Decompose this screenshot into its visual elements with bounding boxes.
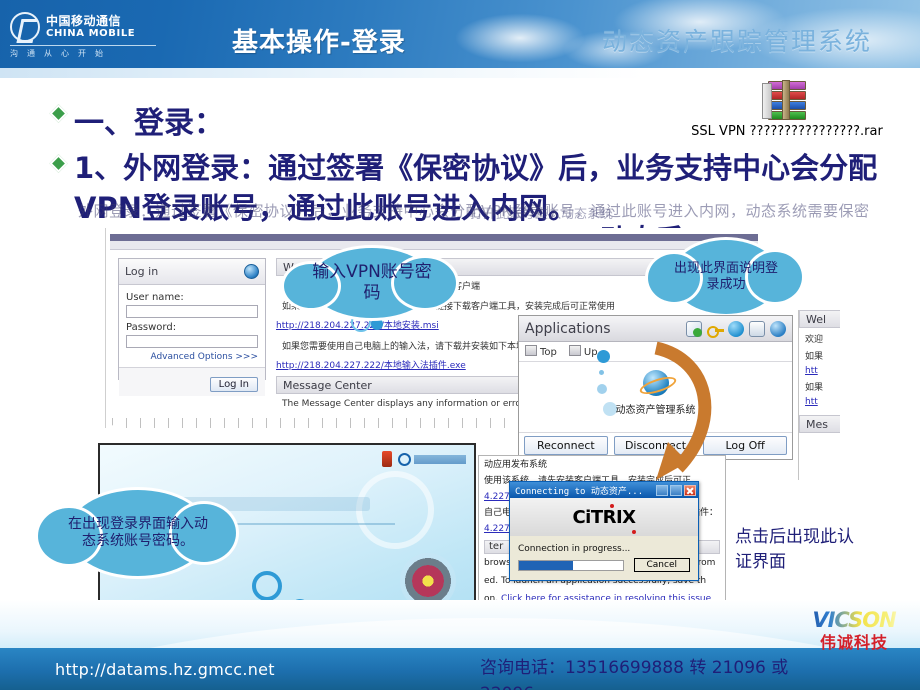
callout-cloud-login-success-text: 出现此界面说明登录成功	[673, 261, 778, 292]
username-label: User name:	[126, 292, 184, 303]
annotation-click-note: 点击后出现此认证界面	[735, 527, 854, 572]
citrix-connecting-dialog: Connecting to 动态资产... CiTRIX Connection …	[509, 481, 699, 581]
decor-bubble	[597, 384, 607, 394]
right-line-2: 如果	[805, 352, 824, 362]
internet-explorer-icon	[642, 370, 669, 396]
decor-bubble-outline	[252, 571, 282, 601]
slide-header: 中国移动通信 CHINA MOBILE 沟通从心开始 基本操作-登录 动态资产跟…	[0, 0, 920, 70]
username-input[interactable]	[126, 305, 258, 318]
publish-heading: 动应用发布系统	[484, 460, 548, 470]
application-item-label: 动态资产管理系统	[615, 405, 696, 416]
brand-text-block	[414, 454, 466, 464]
slide-canvas: 中国移动通信 CHINA MOBILE 沟通从心开始 基本操作-登录 动态资产跟…	[0, 0, 920, 690]
key-icon[interactable]	[707, 321, 724, 338]
home-icon	[525, 345, 537, 356]
china-mobile-ring-icon	[398, 452, 411, 466]
vendor-logo: VICSON 伟诚科技	[798, 608, 910, 653]
citrix-banner: CiTRIX	[510, 498, 698, 536]
logo-chinese-text: 中国移动通信	[46, 13, 122, 28]
system-name-watermark: 动态资产跟踪管理系统	[601, 27, 872, 56]
reconnect-button[interactable]: Reconnect	[524, 436, 608, 455]
maximize-icon[interactable]	[670, 484, 682, 496]
logo-english-text: CHINA MOBILE	[46, 27, 136, 39]
rar-archive-icon	[762, 80, 812, 120]
right-link-2[interactable]: htt	[805, 397, 834, 407]
vpn-login-card: Log in User name: Password: Advanced Opt…	[118, 258, 266, 396]
advanced-options-link[interactable]: Advanced Options >>>	[126, 352, 258, 362]
circle-icon[interactable]	[728, 320, 744, 337]
applications-title: Applications	[525, 320, 611, 337]
password-input[interactable]	[126, 335, 258, 348]
callout-cloud-enter-credentials-text: 在出现登录界面输入动态系统账号密码。	[68, 515, 208, 549]
decor-bubble	[597, 350, 610, 363]
diamond-bullet-icon	[49, 104, 68, 123]
decor-bubble	[371, 318, 383, 330]
minimize-icon[interactable]	[656, 484, 668, 496]
torch-icon	[382, 451, 392, 467]
vendor-logo-cn: 伟诚科技	[819, 633, 888, 652]
decor-bubble	[603, 402, 617, 416]
china-mobile-mark-icon	[10, 12, 40, 42]
help-icon[interactable]	[770, 320, 786, 337]
citrix-status-text: Connection in progress...	[518, 544, 631, 554]
china-mobile-logo: 中国移动通信 CHINA MOBILE 沟通从心开始	[10, 12, 160, 60]
log-off-button[interactable]: Log Off	[703, 436, 788, 455]
globe-icon	[244, 264, 259, 279]
bullet-1-text: 一、登录：	[74, 106, 224, 141]
citrix-logo: CiTRIX	[572, 503, 637, 534]
applications-panel-screenshot: Applications Top Up 动态资产管理系统 Reconnect D…	[518, 315, 793, 460]
right-line-1: 欢迎	[805, 335, 824, 345]
right-line-3: 如果	[805, 383, 824, 393]
preferences-icon[interactable]	[686, 320, 702, 337]
decor-bubble	[599, 370, 604, 375]
right-message-title: Mes	[799, 415, 840, 433]
nav-up-link[interactable]: Up	[568, 345, 598, 358]
logo-slogan: 沟通从心开始	[10, 49, 112, 58]
right-welcome-title: Wel	[799, 310, 840, 328]
screenshot-brand-row	[382, 451, 466, 467]
callout-cloud-input-vpn-text: 输入VPN账号密码	[312, 262, 432, 303]
citrix-titlebar: Connecting to 动态资产...	[510, 482, 698, 498]
footer-url[interactable]: http://datams.hz.gmcc.net	[55, 660, 275, 679]
china-mobile-small-logo	[398, 452, 466, 466]
right-clipped-panel: Wel 欢迎 如果 htt 如果 htt Mes	[798, 310, 840, 480]
browser-purple-bar	[110, 234, 758, 241]
citrix-dialog-title: Connecting to 动态资产...	[515, 486, 644, 497]
callout-cloud-login-success: 出现此界面说明登录成功	[648, 240, 802, 314]
callout-cloud-enter-credentials: 在出现登录界面输入动态系统账号密码。	[38, 490, 236, 576]
login-button[interactable]: Log In	[209, 377, 258, 392]
rar-file-item[interactable]: SSL VPN ????????????????.rar	[662, 80, 912, 139]
screenshot-divider	[230, 523, 395, 525]
applications-breadcrumb: Top Up	[519, 342, 792, 362]
applications-body: 动态资产管理系统	[519, 350, 792, 432]
footer-telephone: 咨询电话：13516699888 转 21096 或 22096	[480, 658, 789, 690]
password-label: Password:	[126, 322, 177, 333]
login-card-header: Log in	[119, 259, 265, 285]
right-link-1[interactable]: htt	[805, 366, 834, 376]
diamond-bullet-icon	[49, 154, 68, 173]
close-icon[interactable]	[684, 484, 696, 496]
login-card-title: Log in	[125, 265, 159, 278]
callout-cloud-input-vpn: 输入VPN账号密码	[284, 248, 456, 318]
header-underline	[0, 68, 920, 78]
citrix-cancel-button[interactable]: Cancel	[633, 558, 690, 572]
publish-link-2[interactable]: 4.227	[484, 524, 510, 534]
nav-top-link[interactable]: Top	[525, 345, 557, 358]
application-item-dynamic-asset[interactable]: 动态资产管理系统	[616, 370, 696, 417]
browser-gray-bar	[110, 241, 758, 250]
up-folder-icon	[568, 345, 581, 356]
page-title: 基本操作-登录	[232, 28, 406, 58]
disconnect-button[interactable]: Disconnect	[613, 436, 698, 455]
publish-link-1[interactable]: 4.227	[484, 492, 510, 502]
logo-divider	[10, 45, 156, 46]
applications-header: Applications	[519, 316, 792, 342]
folder-icon[interactable]	[749, 320, 765, 337]
citrix-progress-bar	[518, 559, 624, 571]
rar-file-label: SSL VPN ????????????????.rar	[691, 124, 883, 139]
bullet-item-1: 一、登录：	[49, 98, 224, 142]
